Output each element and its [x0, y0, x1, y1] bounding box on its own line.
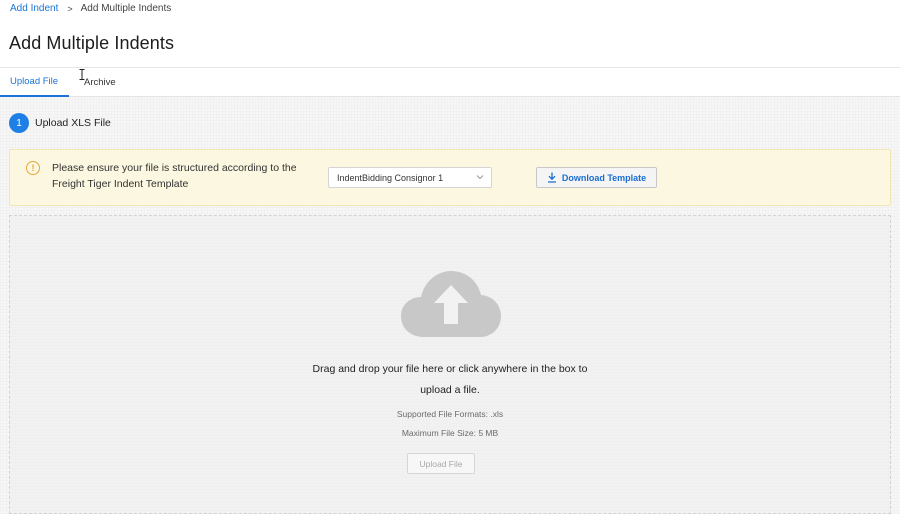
upload-content: 1 Upload XLS File ! Please ensure your f… [0, 97, 900, 514]
banner-message: Please ensure your file is structured ac… [52, 162, 297, 190]
file-drop-zone[interactable]: Drag and drop your file here or click an… [9, 215, 891, 514]
warning-icon: ! [26, 161, 40, 175]
cloud-upload-icon [401, 271, 501, 337]
page-title: Add Multiple Indents [9, 33, 175, 53]
tab-archive[interactable]: Archive [84, 68, 116, 97]
upload-file-button[interactable]: Upload File [407, 453, 475, 474]
template-select-value: IndentBidding Consignor 1 [337, 172, 444, 183]
text-cursor-icon [79, 69, 85, 80]
drop-instruction: Drag and drop your file here or click an… [312, 363, 588, 396]
chevron-down-icon [476, 175, 484, 180]
download-template-label: Download Template [561, 172, 647, 183]
breadcrumb-add-indent-link[interactable]: Add Indent [10, 3, 58, 15]
step-number-badge: 1 [9, 113, 29, 133]
tab-upload-file[interactable]: Upload File [0, 68, 69, 97]
download-icon [547, 172, 556, 183]
breadcrumb-current: Add Multiple Indents [80, 3, 172, 14]
template-select[interactable]: IndentBidding Consignor 1 [328, 167, 492, 188]
step-header: 1 Upload XLS File [9, 113, 111, 133]
supported-formats: Supported File Formats: .xls [396, 409, 504, 419]
breadcrumb-separator: > [67, 4, 73, 14]
tab-bar: Upload File Archive [0, 67, 900, 97]
page: Add Indent > Add Multiple Indents Add Mu… [0, 0, 900, 514]
step-title: Upload XLS File [35, 117, 111, 129]
download-template-button[interactable]: Download Template [536, 167, 657, 188]
max-file-size: Maximum File Size: 5 MB [401, 428, 499, 438]
template-info-banner: ! Please ensure your file is structured … [9, 149, 891, 206]
breadcrumb: Add Indent > Add Multiple Indents [10, 3, 171, 15]
